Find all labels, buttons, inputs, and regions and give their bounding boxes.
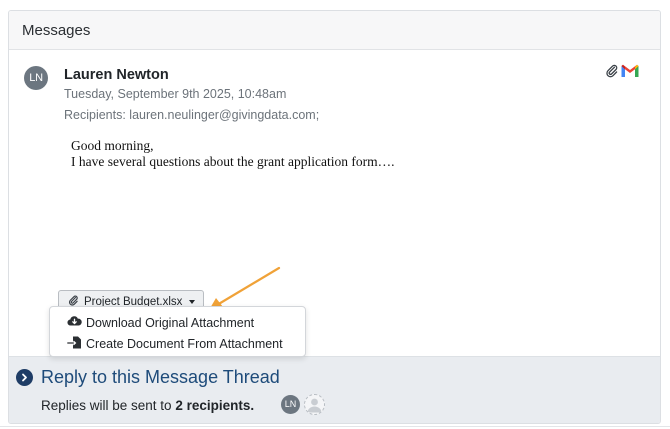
menu-item-label: Download Original Attachment	[86, 315, 255, 330]
attachment-menu: Download Original Attachment Create Docu…	[49, 306, 306, 357]
cloud-download-icon	[67, 315, 82, 330]
avatar: LN	[24, 66, 48, 90]
body-line: Good morning,	[71, 138, 154, 153]
panel-title: Messages	[22, 22, 91, 39]
body-line: I have several questions about the grant…	[71, 154, 395, 169]
user-placeholder-icon	[304, 394, 325, 415]
file-import-icon	[67, 336, 82, 352]
menu-item-download-original[interactable]: Download Original Attachment	[50, 312, 305, 333]
sender-name: Lauren Newton	[64, 67, 169, 83]
recipients-line: Recipients: lauren.neulinger@givingdata.…	[64, 108, 320, 122]
menu-item-label: Create Document From Attachment	[86, 336, 283, 351]
recipient-avatar: LN	[281, 395, 300, 414]
gmail-icon[interactable]	[620, 63, 640, 83]
message-icons	[605, 63, 640, 83]
page-divider	[0, 426, 670, 427]
reply-thread-link[interactable]: Reply to this Message Thread	[41, 367, 280, 388]
message-body: Good morning, I have several questions a…	[71, 138, 395, 170]
message-date: Tuesday, September 9th 2025, 10:48am	[64, 87, 287, 101]
reply-recipients-text: Replies will be sent to 2 recipients.	[41, 398, 254, 413]
reply-sub-prefix: Replies will be sent to	[41, 398, 176, 413]
panel-header: Messages	[9, 11, 660, 50]
reply-section: Reply to this Message Thread Replies wil…	[9, 356, 660, 423]
caret-down-icon	[189, 300, 196, 304]
chevron-right-circle-icon[interactable]	[16, 369, 33, 386]
menu-item-create-document[interactable]: Create Document From Attachment	[50, 333, 305, 354]
messages-panel: Messages LN Lauren Newton Tuesday, Septe…	[8, 10, 661, 424]
reply-recipient-count: 2 recipients.	[175, 398, 255, 413]
paperclip-icon[interactable]	[605, 64, 619, 83]
